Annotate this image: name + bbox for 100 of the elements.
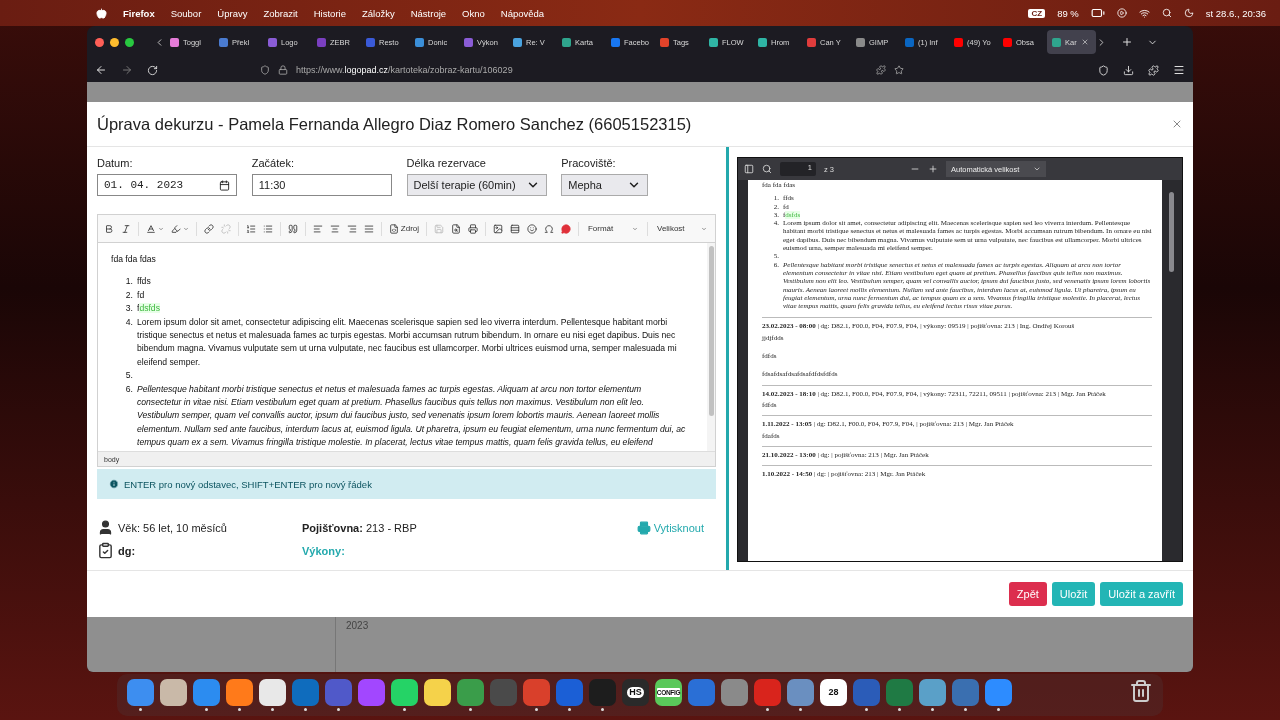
- preview-button[interactable]: [451, 223, 461, 234]
- wifi-icon: [1138, 7, 1150, 19]
- action-button[interactable]: Zpět: [1008, 582, 1047, 606]
- format-dropdown[interactable]: Formát: [585, 224, 640, 233]
- list-number: 2.: [124, 288, 134, 302]
- scrollbar[interactable]: [708, 246, 714, 416]
- numbered-list-button[interactable]: [245, 223, 256, 234]
- download-icon[interactable]: [1123, 64, 1134, 76]
- address-bar[interactable]: https://www.logopad.cz/kartoteka/zobraz-kartu/106029: [252, 60, 912, 80]
- spellcheck-button[interactable]: [561, 223, 571, 234]
- caret-icon: [157, 225, 164, 232]
- emoji-button[interactable]: [527, 223, 537, 234]
- keyboard-layout[interactable]: CZ: [1028, 8, 1046, 18]
- list-number: 5.: [124, 369, 134, 383]
- app-icon[interactable]: [226, 679, 253, 706]
- highlight-button[interactable]: [170, 223, 189, 234]
- app-icon[interactable]: HS: [622, 679, 649, 706]
- menu-item[interactable]: Úpravy: [217, 7, 248, 19]
- insurance-text: Pojišťovna: 213 - RBP: [302, 521, 417, 534]
- field-label: Začátek:: [251, 157, 295, 169]
- menu-item[interactable]: Nápověda: [500, 7, 545, 19]
- clock[interactable]: st 28.6., 20:36: [1205, 7, 1266, 19]
- image-button[interactable]: [493, 223, 503, 234]
- select-field[interactable]: Mepha: [561, 174, 649, 196]
- shield-icon[interactable]: [260, 65, 270, 75]
- align-left-button[interactable]: [312, 223, 323, 234]
- text-editor[interactable]: [97, 214, 716, 467]
- app-icon[interactable]: [160, 679, 187, 706]
- size-dropdown[interactable]: Velikost: [655, 224, 710, 233]
- quote-button[interactable]: [287, 223, 298, 234]
- list-item: fdsfds: [137, 302, 160, 316]
- new-tab-icon[interactable]: [1121, 36, 1133, 48]
- menu-item[interactable]: Okno: [462, 7, 485, 19]
- modal-title: Úprava dekurzu - Pamela Fernanda Allegro Diaz Romero Sanchez (6605152315): [97, 114, 692, 134]
- date-field[interactable]: 01. 04. 2023: [97, 174, 237, 196]
- close-icon[interactable]: [1080, 38, 1089, 46]
- sidebar-toggle-icon[interactable]: [744, 164, 754, 174]
- text-color-button[interactable]: [145, 223, 164, 234]
- app-icon[interactable]: [919, 679, 946, 706]
- app-icon[interactable]: [424, 679, 451, 706]
- diagnosis-label: dg:: [118, 544, 136, 557]
- app-icon[interactable]: 28: [820, 679, 847, 706]
- zoom-in-icon[interactable]: [928, 164, 938, 174]
- paragraph: fda fda fdas: [111, 253, 157, 266]
- list-number: 3.: [124, 302, 134, 316]
- menu-icon[interactable]: [1173, 64, 1185, 76]
- source-button[interactable]: Zdroj: [388, 223, 420, 234]
- battery-icon: [1090, 6, 1105, 20]
- close-window-button[interactable]: [95, 37, 104, 47]
- link-button[interactable]: [203, 223, 214, 234]
- extensions-icon[interactable]: [1148, 64, 1159, 76]
- info-icon: [109, 479, 119, 489]
- list-number: 1.: [124, 275, 134, 289]
- scrollbar[interactable]: [1168, 192, 1174, 272]
- close-button[interactable]: [1171, 118, 1183, 130]
- caret-icon: [1033, 165, 1041, 173]
- moon-icon: [1183, 8, 1194, 18]
- field-label: Délka rezervace: [406, 157, 487, 169]
- select-field[interactable]: Delší terapie (60min): [406, 174, 547, 196]
- apple-icon[interactable]: [96, 7, 107, 19]
- field-label: Datum:: [97, 157, 134, 169]
- caret-icon: [632, 225, 638, 232]
- app-icon[interactable]: [391, 679, 418, 706]
- align-right-button[interactable]: [346, 223, 357, 234]
- time-field[interactable]: 11:30: [251, 174, 392, 196]
- horizontal-rule-button[interactable]: [510, 223, 520, 234]
- list-item: ffds: [137, 275, 151, 289]
- lock-icon[interactable]: [278, 65, 288, 75]
- bookmark-star-icon[interactable]: [894, 65, 904, 75]
- menu-item[interactable]: Nástroje: [410, 7, 447, 19]
- forward-icon[interactable]: [121, 64, 133, 76]
- bullet-list-button[interactable]: [262, 223, 273, 234]
- align-center-button[interactable]: [329, 223, 340, 234]
- search-icon: [1161, 8, 1172, 18]
- minimize-window-button[interactable]: [110, 37, 119, 47]
- menu-item[interactable]: Historie: [313, 7, 346, 19]
- year-text: 2023: [335, 617, 379, 672]
- search-icon[interactable]: [762, 164, 772, 174]
- bold-button[interactable]: [104, 223, 114, 234]
- menu-item[interactable]: Záložky: [361, 7, 395, 19]
- app-icon[interactable]: [259, 679, 286, 706]
- print-button[interactable]: [468, 223, 478, 234]
- menu-item[interactable]: Firefox: [123, 7, 155, 19]
- italic-button[interactable]: [121, 223, 131, 234]
- printer-icon: [636, 520, 651, 535]
- calendar-icon[interactable]: [219, 179, 230, 191]
- zoom-window-button[interactable]: [125, 37, 134, 47]
- back-icon[interactable]: [95, 64, 107, 76]
- puzzle-icon[interactable]: [876, 65, 886, 75]
- caret-icon: [701, 225, 708, 232]
- justify-button[interactable]: [363, 223, 374, 234]
- list-item: Pellentesque habitant morbi tristique senectus et netus et malesuada fames ac turpis egestas. Aliquam at arcu non tortor elementum consectetur in vitae nisi. Etiam vestibulum eget quam at pretium. Phasellus faucibus quis tellus non maximus. Vestibulum non elit leo. Vestibulum semper, quam vel convallis auctor, ipsum dui faucibus justo, sed venenatis ipsum lorem lobortis mauris. Aenean laoreet mollis elementum. Nullam sed ante faucibus, interdum lacus at, euismod ligula. Ut pharetra, ipsum eu feugiat elementum, urna nunc fermentum dui, ac tempus quam ex a sem. Vivamus fringilla tristique molestie. In placerat, lectus vitae tempus mattis, quam felis gravida tellus, eu eleifend: [137, 382, 687, 450]
- person-icon: [97, 519, 114, 536]
- trash-icon[interactable]: [1129, 679, 1153, 703]
- age-text: Věk: 56 let, 10 měsíců: [118, 521, 227, 534]
- menu-item[interactable]: Zobrazit: [263, 7, 298, 19]
- special-character-button[interactable]: [544, 223, 554, 234]
- reload-icon[interactable]: [147, 64, 158, 76]
- menu-item[interactable]: Soubor: [170, 7, 202, 19]
- clipboard-icon: [97, 542, 114, 559]
